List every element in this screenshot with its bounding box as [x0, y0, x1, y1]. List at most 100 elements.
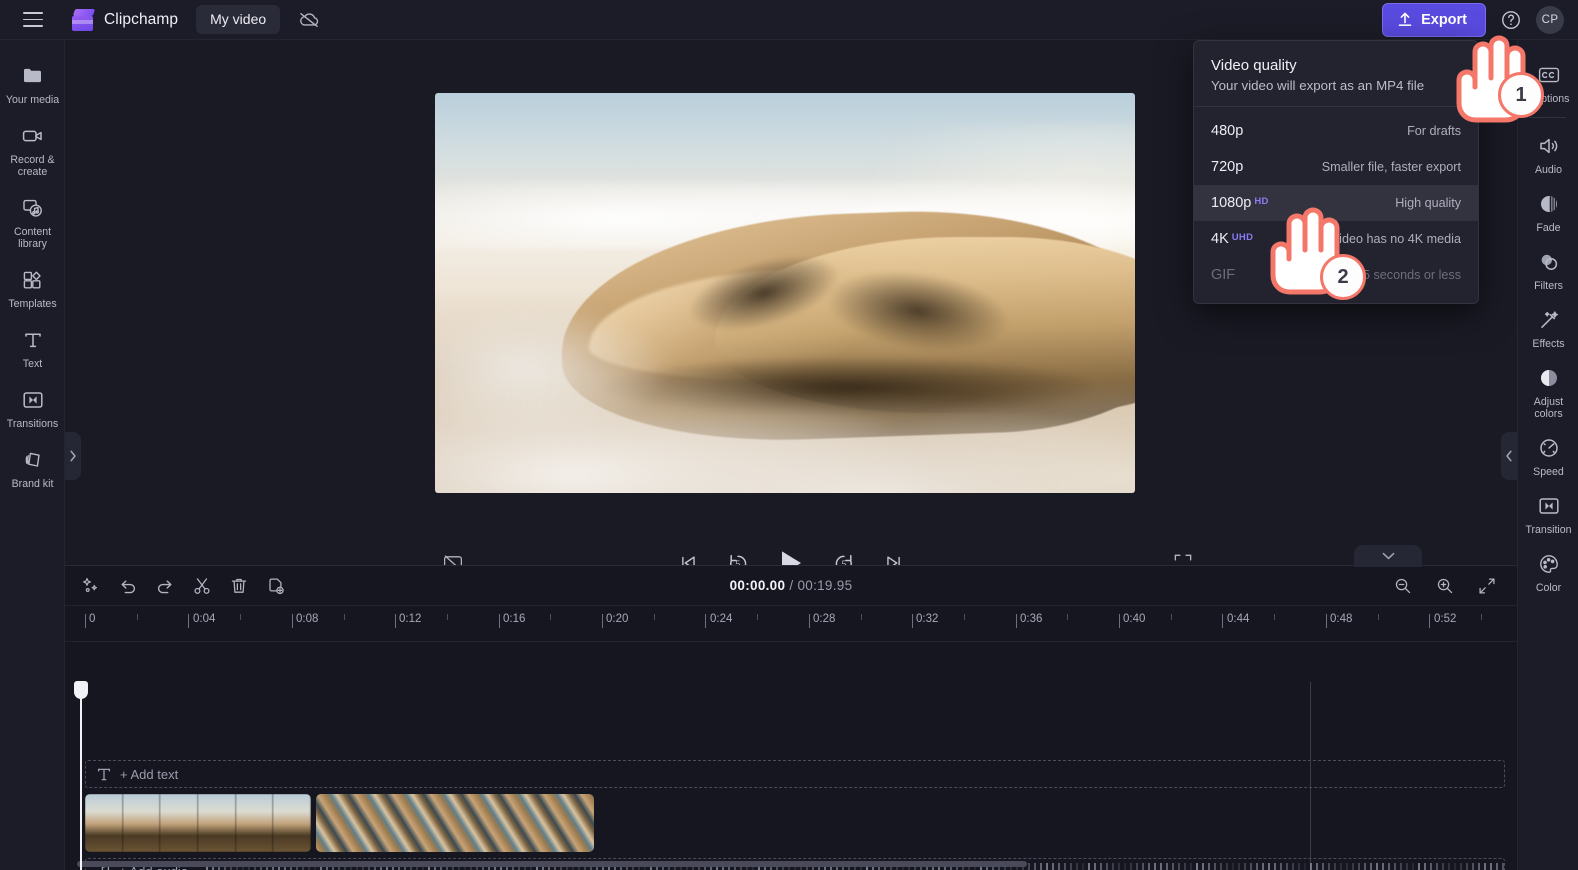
quality-option-gif[interactable]: GIF For clips 15 seconds or less [1194, 257, 1478, 293]
sparkle-icon[interactable] [77, 572, 105, 600]
playhead[interactable] [74, 681, 88, 870]
left-panel-expand-handle[interactable] [65, 432, 81, 480]
sidebar-item-transitions[interactable]: Transitions [0, 378, 65, 438]
video-camera-icon [21, 124, 45, 148]
templates-icon [21, 268, 45, 292]
project-tab[interactable]: My video [196, 5, 281, 34]
quality-option-720p[interactable]: 720p Smaller file, faster export [1194, 149, 1478, 185]
fit-to-screen-icon[interactable] [1473, 572, 1501, 600]
timeline-clip-dune[interactable] [85, 794, 311, 852]
transition-icon [1537, 494, 1561, 518]
cloud-off-icon[interactable] [294, 7, 324, 33]
ruler-label: 0:20 [606, 613, 629, 625]
sidebar-item-transition[interactable]: Transition [1518, 485, 1578, 543]
duplicate-icon[interactable] [262, 572, 290, 600]
brand-name: Clipchamp [104, 10, 179, 28]
add-text-label: + Add text [120, 766, 179, 782]
fade-icon [1537, 192, 1561, 216]
quality-option-1080p[interactable]: 1080p HD High quality [1194, 185, 1478, 221]
sidebar-item-effects[interactable]: Effects [1518, 299, 1578, 357]
speedometer-icon [1537, 436, 1561, 460]
timeline-tools [65, 572, 290, 600]
right-panel-collapse-handle[interactable] [1501, 432, 1517, 480]
sidebar-label: Fade [1536, 222, 1561, 234]
sidebar-item-templates[interactable]: Templates [0, 258, 65, 318]
quality-desc: For clips 15 seconds or less [1304, 268, 1461, 282]
help-circle-icon[interactable] [1498, 7, 1524, 33]
playhead-handle[interactable] [74, 681, 88, 699]
current-time: 00:00.00 [729, 578, 786, 593]
sidebar-label: Speed [1533, 466, 1564, 478]
quality-desc: High quality [1395, 196, 1461, 210]
sidebar-item-your-media[interactable]: Your media [0, 54, 65, 114]
quality-option-4k[interactable]: 4K UHD Your video has no 4K media [1194, 221, 1478, 257]
sidebar-label: Brand kit [11, 478, 54, 490]
ruler-label: 0:44 [1227, 613, 1250, 625]
quality-badge-uhd: UHD [1231, 232, 1254, 243]
sidebar-label: Text [22, 358, 43, 370]
sidebar-item-color[interactable]: Color [1518, 543, 1578, 601]
sidebar-label: Adjust colors [1533, 396, 1564, 420]
sidebar-label: Color [1535, 582, 1562, 594]
ruler-label: 0:28 [813, 613, 836, 625]
chevron-down-icon [1382, 552, 1394, 560]
time-separator: / [785, 578, 798, 593]
closed-caption-icon [1537, 63, 1561, 87]
chevron-right-icon [70, 450, 76, 462]
content-library-icon [21, 196, 45, 220]
video-preview[interactable] [435, 93, 1135, 493]
quality-desc: Smaller file, faster export [1321, 160, 1461, 174]
quality-name: 4K [1211, 231, 1229, 247]
sidebar-label: Your media [5, 94, 60, 106]
trash-icon[interactable] [225, 572, 253, 600]
hamburger-menu-icon[interactable] [16, 7, 50, 33]
sidebar-item-text[interactable]: Text [0, 318, 65, 378]
ruler-label: 0:08 [296, 613, 319, 625]
sidebar-item-content-library[interactable]: Content library [0, 186, 65, 258]
sidebar-item-filters[interactable]: Filters [1518, 241, 1578, 299]
top-bar-right: Export CP [1382, 2, 1578, 37]
zoom-in-icon[interactable] [1431, 572, 1459, 600]
avatar[interactable]: CP [1536, 5, 1564, 34]
transitions-icon [21, 388, 45, 412]
scissors-icon[interactable] [188, 572, 216, 600]
timeline: 00:00.00 / 00:19.95 0 0:04 0:08 0:12 0:1… [65, 565, 1517, 870]
folder-icon [21, 64, 45, 88]
timeline-zoom-controls [1389, 572, 1517, 600]
sidebar-item-fade[interactable]: Fade [1518, 183, 1578, 241]
sidebar-item-captions[interactable]: Captions [1518, 54, 1578, 112]
quality-option-480p[interactable]: 480p For drafts [1194, 113, 1478, 149]
quality-name: 480p [1211, 123, 1244, 139]
ruler-label: 0:40 [1123, 613, 1146, 625]
text-t-icon [97, 768, 111, 780]
filters-icon [1537, 250, 1561, 274]
sidebar-item-brand-kit[interactable]: Brand kit [0, 438, 65, 498]
redo-icon[interactable] [151, 572, 179, 600]
brand-kit-icon [21, 448, 45, 472]
clipchamp-editor: Clipchamp My video Export CP Your media … [0, 0, 1578, 870]
timeline-horizontal-scrollbar[interactable] [77, 861, 1027, 867]
quality-desc: For drafts [1407, 124, 1461, 138]
timeline-toolbar: 00:00.00 / 00:19.95 [65, 566, 1517, 606]
timeline-clip-weave[interactable] [316, 794, 594, 852]
video-track [85, 794, 594, 852]
sidebar-item-record-create[interactable]: Record & create [0, 114, 65, 186]
ruler-label: 0:16 [503, 613, 526, 625]
sidebar-label: Transitions [6, 418, 59, 430]
export-menu-header: Video quality Your video will export as … [1194, 41, 1478, 107]
timeline-ruler[interactable]: 0 0:04 0:08 0:12 0:16 0:20 0:24 0:28 0:3 [65, 606, 1517, 642]
export-button-label: Export [1421, 11, 1467, 28]
clipchamp-logo-icon [72, 8, 96, 31]
preview-collapse-handle[interactable] [1354, 545, 1422, 567]
undo-icon[interactable] [114, 572, 142, 600]
sidebar-item-speed[interactable]: Speed [1518, 427, 1578, 485]
sidebar-item-audio[interactable]: Audio [1518, 125, 1578, 183]
ruler-label: 0:12 [399, 613, 422, 625]
export-button[interactable]: Export [1382, 2, 1486, 37]
sidebar-item-adjust-colors[interactable]: Adjust colors [1518, 357, 1578, 427]
speaker-icon [1537, 134, 1561, 158]
quality-name: 720p [1211, 159, 1244, 175]
sidebar-label: Content library [13, 226, 52, 250]
add-text-track[interactable]: + Add text [85, 760, 1505, 788]
zoom-out-icon[interactable] [1389, 572, 1417, 600]
